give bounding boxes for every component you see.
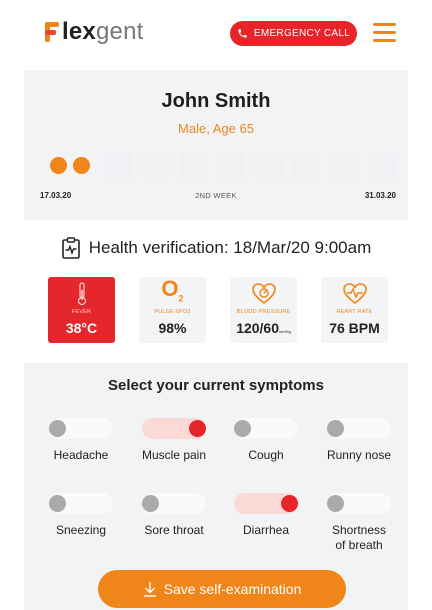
symptom-label: Shortness of breath xyxy=(331,523,387,552)
toggle-knob xyxy=(142,495,159,512)
toggle-knob xyxy=(234,420,251,437)
symptoms-title: Select your current symptoms xyxy=(108,377,324,394)
week-calendar-strip xyxy=(105,152,395,178)
heart-rate-icon xyxy=(342,283,367,305)
progress-days xyxy=(50,157,90,174)
toggle-knob xyxy=(49,495,66,512)
symptom-label: Muscle pain xyxy=(141,448,207,462)
symptom-toggle[interactable] xyxy=(234,493,298,514)
app-header: lex gent EMERGENCY CALL xyxy=(0,0,432,66)
symptom-label: Sore throat xyxy=(144,523,204,537)
vital-label: HEART RATE xyxy=(336,309,373,315)
vital-value: 120/60mmHg xyxy=(230,320,297,336)
o2-symbol: O xyxy=(161,276,179,302)
logo-f-mark xyxy=(45,20,61,44)
vital-value-number: 120/60 xyxy=(236,320,280,336)
vital-label: PULSE SPO2 xyxy=(154,309,191,315)
symptom-label: Diarrhea xyxy=(242,523,290,537)
o2-subscript: 2 xyxy=(178,293,184,304)
symptom-toggle[interactable] xyxy=(142,493,206,514)
end-date: 31.03.20 xyxy=(364,191,396,200)
toggle-knob xyxy=(281,495,298,512)
symptom-toggle[interactable] xyxy=(49,493,113,514)
symptom-label: Runny nose xyxy=(326,448,392,462)
vital-label: BLOOD PRESSURE xyxy=(236,309,291,315)
blood-pressure-icon xyxy=(251,283,276,305)
vital-value: 98% xyxy=(158,320,187,336)
symptom-toggle[interactable] xyxy=(49,418,113,439)
symptom-label: Headache xyxy=(53,448,109,462)
toggle-knob xyxy=(327,495,344,512)
symptom-toggle[interactable] xyxy=(327,418,391,439)
download-icon xyxy=(143,582,156,597)
hamburger-menu-icon[interactable] xyxy=(373,23,396,42)
patient-demographics: Male, Age 65 xyxy=(178,121,254,136)
vital-label: FEVER xyxy=(71,309,92,315)
vital-value: 76 BPM xyxy=(329,320,380,336)
health-verification: Health verification: 18/Mar/20 9:00am xyxy=(0,237,432,259)
vital-card-spo2[interactable]: O2 PULSE SPO2 98% xyxy=(139,277,206,343)
symptom-toggle[interactable] xyxy=(142,418,206,439)
day-marker[interactable] xyxy=(50,157,67,174)
symptom-label: Cough xyxy=(248,448,284,462)
vital-card-heart-rate[interactable]: HEART RATE 76 BPM xyxy=(321,277,388,343)
phone-icon xyxy=(238,29,247,38)
symptom-label: Sneezing xyxy=(55,523,107,537)
logo-text-bold: lex xyxy=(62,18,96,45)
symptom-toggle[interactable] xyxy=(327,493,391,514)
thermometer-icon xyxy=(77,282,86,306)
toggle-knob xyxy=(327,420,344,437)
vitals-row: FEVER 38°C O2 PULSE SPO2 98% BLOOD PRESS… xyxy=(48,277,388,343)
verification-text: Health verification: 18/Mar/20 9:00am xyxy=(88,238,372,257)
clipboard-icon xyxy=(61,237,80,259)
vital-card-fever[interactable]: FEVER 38°C xyxy=(48,277,115,343)
patient-name: John Smith xyxy=(161,90,271,112)
emergency-call-label: EMERGENCY CALL xyxy=(253,28,351,39)
vital-value: 38°C xyxy=(65,320,98,336)
save-self-examination-button[interactable]: Save self-examination xyxy=(98,570,346,608)
save-button-label: Save self-examination xyxy=(163,581,302,597)
symptom-toggle[interactable] xyxy=(234,418,298,439)
flexgent-logo[interactable]: lex gent xyxy=(45,18,143,46)
toggle-knob xyxy=(189,420,206,437)
toggle-knob xyxy=(49,420,66,437)
vital-card-blood-pressure[interactable]: BLOOD PRESSURE 120/60mmHg xyxy=(230,277,297,343)
vital-unit: mmHg xyxy=(279,329,291,334)
logo-text-light: gent xyxy=(95,18,144,45)
day-marker[interactable] xyxy=(73,157,90,174)
emergency-call-button[interactable]: EMERGENCY CALL xyxy=(230,21,357,46)
o2-icon: O2 xyxy=(139,278,206,307)
